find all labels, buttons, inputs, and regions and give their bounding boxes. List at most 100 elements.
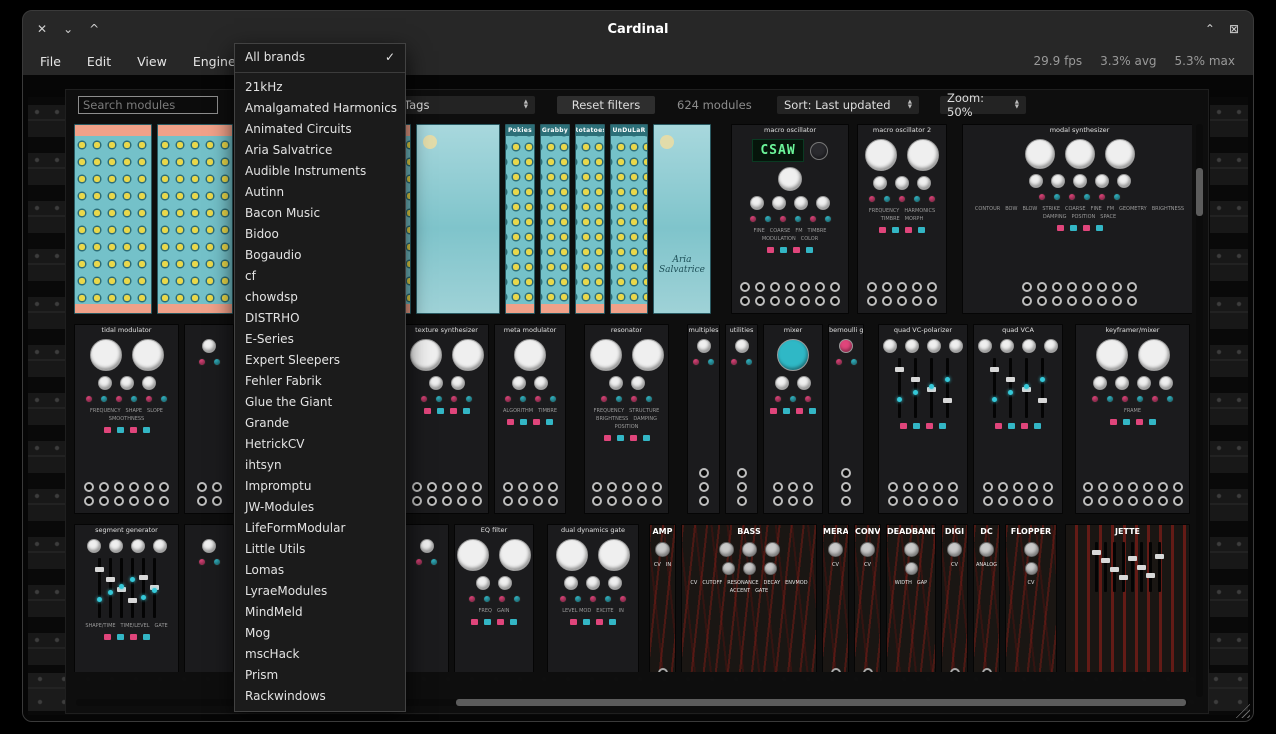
module-digi[interactable]: DIGICV bbox=[941, 524, 968, 672]
brand-item-lyraemodules[interactable]: LyraeModules bbox=[235, 581, 405, 602]
search-input[interactable] bbox=[78, 96, 218, 114]
module-rotatoes[interactable]: Rotatoes bbox=[575, 124, 605, 314]
panel-labels: FREQGAIN bbox=[479, 608, 510, 614]
module-panel[interactable] bbox=[416, 124, 500, 314]
module-panel[interactable] bbox=[157, 124, 233, 314]
vertical-scrollbar-thumb[interactable] bbox=[1196, 168, 1203, 216]
brand-item-audible-instruments[interactable]: Audible Instruments bbox=[235, 161, 405, 182]
module-flopper[interactable]: FLOPPERCV bbox=[1005, 524, 1057, 672]
module-jette[interactable]: JETTE bbox=[1065, 524, 1190, 672]
module-tidal-modulator[interactable]: tidal modulatorFREQUENCYSHAPESLOPESMOOTH… bbox=[74, 324, 179, 514]
menu-edit[interactable]: Edit bbox=[74, 54, 124, 69]
module-macro-oscillator[interactable]: macro oscillatorCSAWFINECOARSEFMTIMBREMO… bbox=[731, 124, 849, 314]
brand-item-ihtsyn[interactable]: ihtsyn bbox=[235, 455, 405, 476]
brand-item-autinn[interactable]: Autinn bbox=[235, 182, 405, 203]
module-bernoulli-gate[interactable]: bernoulli gate bbox=[828, 324, 864, 514]
menu-separator bbox=[235, 72, 405, 73]
brand-item-bidoo[interactable]: Bidoo bbox=[235, 224, 405, 245]
module-panel[interactable] bbox=[404, 524, 449, 672]
module-deadband[interactable]: DEADBANDWIDTHGAP bbox=[886, 524, 936, 672]
brand-item-cf[interactable]: cf bbox=[235, 266, 405, 287]
brand-item-mog[interactable]: Mog bbox=[235, 623, 405, 644]
sort-select[interactable]: Sort: Last updated ▲▼ bbox=[777, 96, 919, 114]
module-eq-filter[interactable]: EQ filterFREQGAIN bbox=[454, 524, 534, 672]
brand-item-bacon-music[interactable]: Bacon Music bbox=[235, 203, 405, 224]
brand-item-little-utils[interactable]: Little Utils bbox=[235, 539, 405, 560]
module-modal-synthesizer[interactable]: modal synthesizerCONTOURBOWBLOWSTRIKECOA… bbox=[962, 124, 1192, 314]
module-quad-vc-polarizer[interactable]: quad VC-polarizer bbox=[878, 324, 968, 514]
slider bbox=[930, 358, 933, 418]
knob bbox=[160, 395, 168, 403]
knob-row bbox=[570, 619, 616, 625]
brand-item-grande[interactable]: Grande bbox=[235, 413, 405, 434]
brand-item-jw-modules[interactable]: JW-Modules bbox=[235, 497, 405, 518]
knob-row bbox=[1038, 193, 1121, 201]
brand-item-all-brands[interactable]: All brands ✓ bbox=[235, 47, 405, 68]
brand-item-aria-salvatrice[interactable]: Aria Salvatrice bbox=[235, 140, 405, 161]
knob bbox=[1095, 174, 1109, 188]
brand-item-mschack[interactable]: mscHack bbox=[235, 644, 405, 665]
panel-label: FREQUENCY bbox=[90, 408, 120, 414]
module-resonator[interactable]: resonatorFREQUENCYSTRUCTUREBRIGHTNESSDAM… bbox=[584, 324, 669, 514]
module-dual-dynamics-gate[interactable]: dual dynamics gateLEVEL MODEXCITEIN bbox=[547, 524, 639, 672]
module-undular[interactable]: UnDuLaR bbox=[610, 124, 648, 314]
port-jack bbox=[533, 496, 543, 506]
module-multiples[interactable]: multiples bbox=[687, 324, 720, 514]
label-badge bbox=[583, 619, 590, 625]
knob-row bbox=[978, 339, 1058, 353]
brand-item-mindmeld[interactable]: MindMeld bbox=[235, 602, 405, 623]
module-pokies[interactable]: Pokies bbox=[505, 124, 535, 314]
menu-view[interactable]: View bbox=[124, 54, 180, 69]
menu-file[interactable]: File bbox=[27, 54, 74, 69]
port-jack bbox=[933, 496, 943, 506]
module-mixer[interactable]: mixer bbox=[763, 324, 823, 514]
slider-handle bbox=[943, 398, 952, 403]
module-mera[interactable]: MERACV bbox=[822, 524, 849, 672]
brand-item-prism[interactable]: Prism bbox=[235, 665, 405, 686]
panel-art bbox=[75, 136, 151, 304]
module-macro-oscillator-2[interactable]: macro oscillator 2FREQUENCYHARMONICSTIMB… bbox=[857, 124, 947, 314]
knob bbox=[774, 395, 782, 403]
brand-item-fehler-fabrik[interactable]: Fehler Fabrik bbox=[235, 371, 405, 392]
brand-item-glue-the-giant[interactable]: Glue the Giant bbox=[235, 392, 405, 413]
zoom-select[interactable]: Zoom: 50% ▲▼ bbox=[940, 96, 1026, 114]
module-panel[interactable] bbox=[184, 324, 234, 514]
port-jack bbox=[212, 482, 222, 492]
brand-item-expert-sleepers[interactable]: Expert Sleepers bbox=[235, 350, 405, 371]
module-meta-modulator[interactable]: meta modulatorALGORITHMTIMBRE bbox=[494, 324, 566, 514]
brand-item-lomas[interactable]: Lomas bbox=[235, 560, 405, 581]
brand-item-bogaudio[interactable]: Bogaudio bbox=[235, 245, 405, 266]
module-panel[interactable] bbox=[74, 124, 152, 314]
module-grabby[interactable]: Grabby bbox=[540, 124, 570, 314]
module-panel[interactable] bbox=[184, 524, 234, 672]
slider bbox=[1095, 542, 1098, 592]
brand-item-21khz[interactable]: 21kHz bbox=[235, 77, 405, 98]
brand-item-lifeformmodular[interactable]: LifeFormModular bbox=[235, 518, 405, 539]
module-conv[interactable]: CONVCV bbox=[854, 524, 881, 672]
brand-item-distrho[interactable]: DISTRHO bbox=[235, 308, 405, 329]
horizontal-scrollbar-thumb[interactable] bbox=[456, 699, 1186, 706]
tags-select[interactable]: Tags ▲▼ bbox=[397, 96, 535, 114]
reset-filters-button[interactable]: Reset filters bbox=[557, 96, 655, 114]
brand-item-rackwindows[interactable]: Rackwindows bbox=[235, 686, 405, 707]
updown-arrows-icon: ▲▼ bbox=[908, 100, 912, 111]
brand-item-amalgamated-harmonics[interactable]: Amalgamated Harmonics bbox=[235, 98, 405, 119]
module-texture-synthesizer[interactable]: texture synthesizer bbox=[404, 324, 489, 514]
module-bass[interactable]: BASSCVCUTOFFRESONANCEDECAYENVMODACCENTGA… bbox=[681, 524, 817, 672]
brand-item-animated-circuits[interactable]: Animated Circuits bbox=[235, 119, 405, 140]
module-segment-generator[interactable]: segment generatorSHAPE/TIMETIME/LEVELGAT… bbox=[74, 524, 179, 672]
brand-item-impromptu[interactable]: Impromptu bbox=[235, 476, 405, 497]
module-keyframer-mixer[interactable]: keyframer/mixerFRAME bbox=[1075, 324, 1190, 514]
port-jack bbox=[548, 482, 558, 492]
module-amp[interactable]: AMPCVIN bbox=[649, 524, 676, 672]
module-quad-vca[interactable]: quad VCA bbox=[973, 324, 1063, 514]
knob bbox=[1166, 395, 1174, 403]
brand-item-e-series[interactable]: E-Series bbox=[235, 329, 405, 350]
brand-item-chowdsp[interactable]: chowdsp bbox=[235, 287, 405, 308]
module-panel[interactable]: Aria Salvatrice bbox=[653, 124, 711, 314]
vertical-scrollbar[interactable] bbox=[1196, 124, 1203, 697]
brand-item-hetrickcv[interactable]: HetrickCV bbox=[235, 434, 405, 455]
port-jack bbox=[1128, 482, 1138, 492]
module-utilities[interactable]: utilities bbox=[725, 324, 758, 514]
module-dc[interactable]: DCANALOG bbox=[973, 524, 1000, 672]
